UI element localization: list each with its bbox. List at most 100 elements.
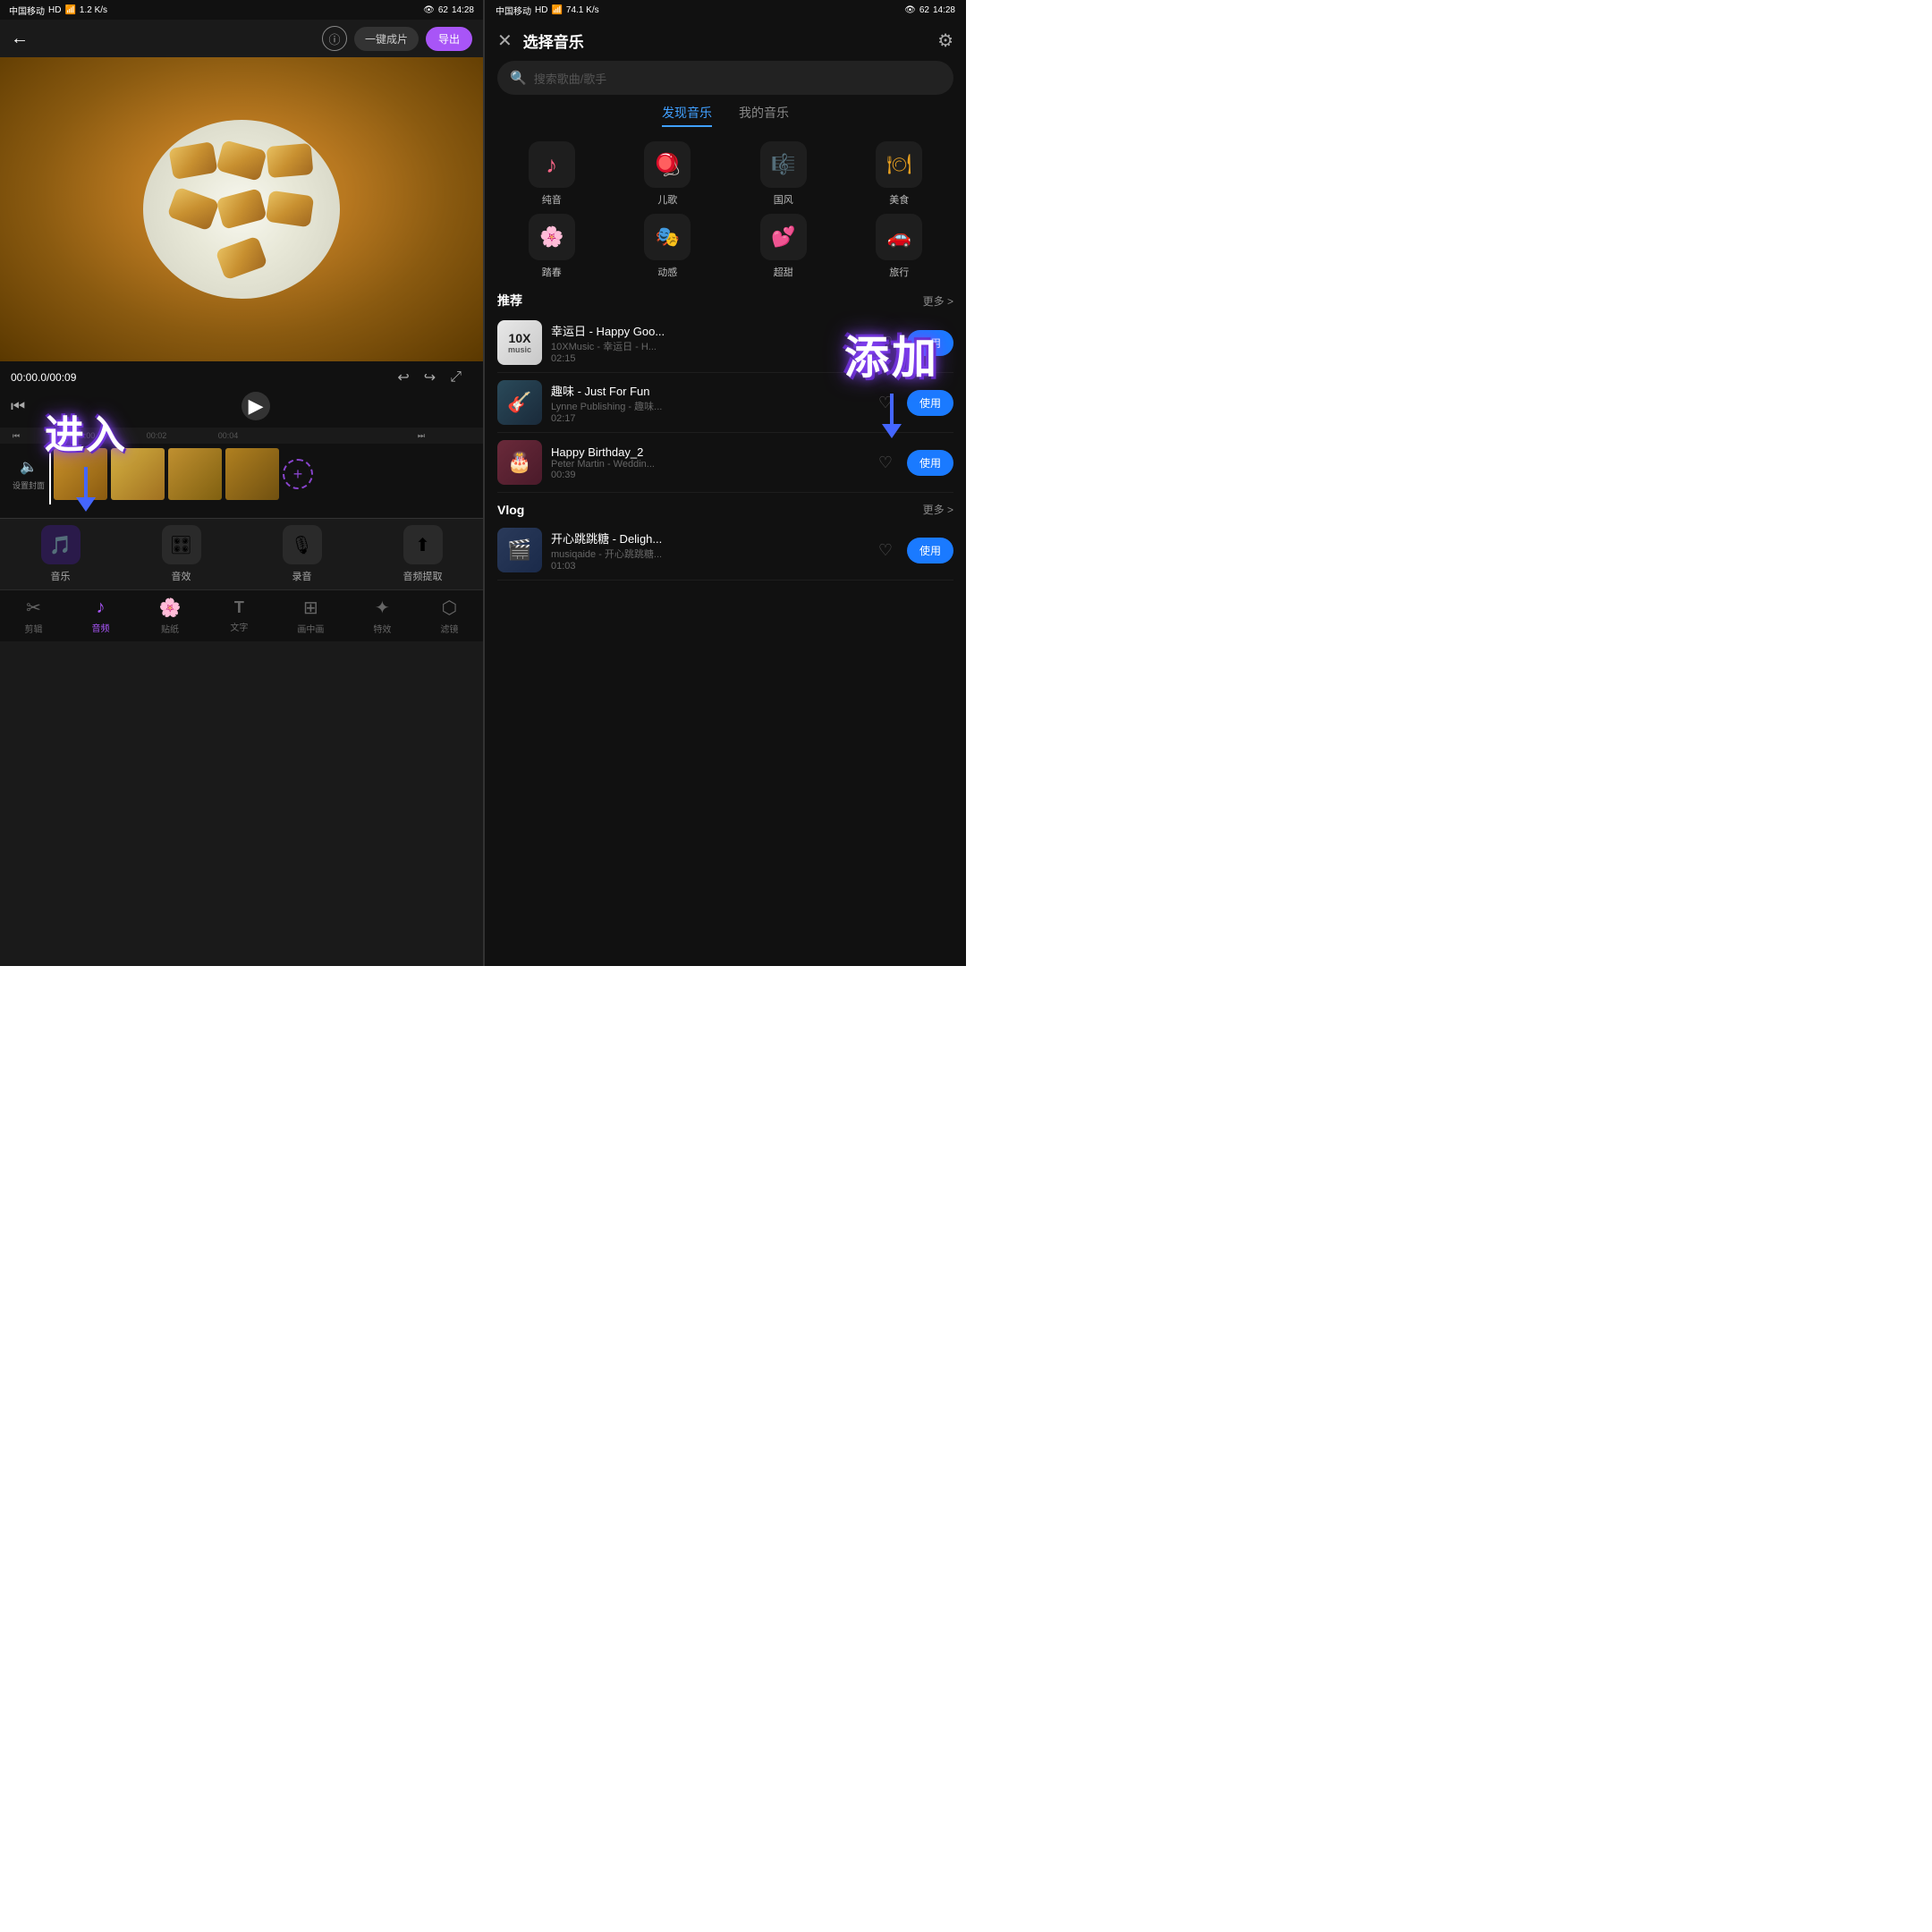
thumb-3[interactable]: [168, 448, 222, 500]
nav-edit[interactable]: ✂ 剪辑: [25, 597, 43, 635]
export-button[interactable]: 导出: [426, 27, 472, 51]
nav-audio[interactable]: ♪ 音频: [92, 597, 110, 634]
play-button[interactable]: ▶: [242, 392, 270, 420]
cat-travel[interactable]: 🚗 旅行: [845, 214, 954, 279]
track1-thumb: 10X music: [497, 320, 542, 365]
cat-pure[interactable]: ♪ 纯音: [497, 141, 606, 207]
search-placeholder-text: 搜索歌曲/歌手: [534, 70, 607, 87]
tabs-row: 发现音乐 我的音乐: [485, 104, 966, 134]
mute-icon[interactable]: 🔈: [20, 458, 38, 476]
nav-edit-label: 剪辑: [25, 622, 43, 635]
vtrack1-thumb: 🎬: [497, 528, 542, 572]
back-button[interactable]: ←: [11, 29, 29, 49]
annotation-enter-text: 进入: [45, 402, 127, 460]
skip-start-icon[interactable]: ⏮: [11, 397, 25, 416]
right-carrier: 中国移动: [496, 4, 531, 17]
track3-duration: 00:39: [551, 470, 864, 480]
thumb-4[interactable]: [225, 448, 279, 500]
cat-food[interactable]: 🍽 美食: [845, 141, 954, 207]
tab-my-music[interactable]: 我的音乐: [739, 104, 789, 127]
vlog-title: Vlog: [497, 503, 524, 517]
undo-button[interactable]: ↩: [397, 369, 409, 386]
pip-icon: ⊞: [303, 597, 318, 619]
nav-pip-label: 画中画: [297, 622, 324, 635]
food-image-bg: [0, 57, 483, 361]
cat-dynamic-icon: 🎭: [644, 214, 691, 260]
nav-filter[interactable]: ⬡ 滤镜: [440, 597, 458, 635]
nav-pip[interactable]: ⊞ 画中画: [297, 597, 324, 635]
info-button[interactable]: ⓘ: [322, 26, 347, 51]
vtrack1-heart[interactable]: ♡: [878, 541, 893, 560]
tool-record-icon-wrap: 🎙: [283, 525, 322, 564]
music-add-icon: 🎵: [49, 534, 72, 556]
close-button[interactable]: ✕: [497, 30, 513, 52]
video-preview: [0, 57, 483, 361]
food-item-4: [167, 187, 220, 232]
tool-extract[interactable]: ⬆ 音频提取: [403, 525, 443, 583]
cat-guofeng[interactable]: 🎼 国风: [729, 141, 838, 207]
food-item-1: [168, 141, 217, 180]
cat-dynamic[interactable]: 🎭 动感: [614, 214, 723, 279]
track1-artist: 10XMusic - 幸运日 - H...: [551, 339, 864, 353]
cat-children-label: 儿歌: [657, 192, 677, 207]
tool-music[interactable]: 🎵 音乐: [41, 525, 80, 583]
ruler-mark-1: 00:02: [121, 431, 192, 440]
children-icon: 🪀: [654, 152, 681, 178]
vtrack1-use-button[interactable]: 使用: [907, 538, 953, 564]
cat-food-icon: 🍽: [876, 141, 922, 188]
annotation-enter: 进入: [45, 402, 127, 512]
right-wifi-speed: 74.1 K/s: [566, 5, 599, 15]
settings-button[interactable]: ⚙: [937, 30, 953, 52]
yijian-button[interactable]: 一键成片: [354, 27, 419, 51]
tool-sound[interactable]: 🎛 音效: [162, 525, 201, 583]
left-hd-badge: HD: [48, 5, 61, 15]
redo-button[interactable]: ↪: [424, 369, 436, 386]
search-bar[interactable]: 🔍 搜索歌曲/歌手: [497, 61, 953, 95]
track-label: 设置封面: [13, 479, 45, 491]
cat-children[interactable]: 🪀 儿歌: [614, 141, 723, 207]
tool-music-icon-wrap: 🎵: [41, 525, 80, 564]
nav-text[interactable]: T 文字: [230, 598, 248, 633]
nav-sticker-label: 贴纸: [161, 622, 179, 635]
food-item-7: [216, 236, 268, 281]
food-item-2: [216, 140, 267, 182]
track3-heart[interactable]: ♡: [878, 453, 893, 472]
cat-spring[interactable]: 🌸 踏春: [497, 214, 606, 279]
tab-discover[interactable]: 发现音乐: [662, 104, 712, 127]
text-icon: T: [234, 598, 244, 617]
expand-button[interactable]: ⤢: [450, 369, 462, 386]
food-item-3: [267, 143, 314, 178]
sound-icon: 🎛: [170, 534, 192, 556]
cat-travel-label: 旅行: [889, 265, 909, 279]
cat-travel-icon: 🚗: [876, 214, 922, 260]
food-item-5: [216, 189, 267, 231]
cat-spring-icon: 🌸: [529, 214, 575, 260]
record-icon: 🎙: [291, 534, 313, 556]
travel-icon: 🚗: [887, 225, 911, 249]
add-clip-button[interactable]: +: [283, 459, 313, 489]
track3-use-button[interactable]: 使用: [907, 450, 953, 476]
left-battery: 62: [438, 5, 448, 15]
nav-effect[interactable]: ✦ 特效: [373, 597, 391, 635]
recommend-more-link[interactable]: 更多 >: [923, 293, 953, 309]
tool-sound-label: 音效: [172, 569, 191, 583]
right-signal: 📶: [551, 5, 562, 15]
vtrack1-info: 开心跳跳糖 - Deligh... musiqaide - 开心跳跳糖... 0…: [551, 530, 864, 572]
track2-info: 趣味 - Just For Fun Lynne Publishing - 趣味.…: [551, 382, 864, 424]
left-top-bar: ← ⓘ 一键成片 导出: [0, 20, 483, 57]
filter-icon: ⬡: [442, 597, 457, 619]
music-item-3[interactable]: 🎂 Happy Birthday_2 Peter Martin - Weddin…: [497, 433, 953, 493]
vlog-more-link[interactable]: 更多 >: [923, 502, 953, 517]
right-status-bar: 中国移动 HD 📶 74.1 K/s 👁 62 14:28: [485, 0, 966, 20]
ruler-start: ⏮: [13, 431, 20, 441]
track1-title: 幸运日 - Happy Goo...: [551, 322, 864, 339]
nav-filter-label: 滤镜: [440, 622, 458, 635]
nav-effect-label: 特效: [373, 622, 391, 635]
nav-sticker[interactable]: 🌸 贴纸: [159, 597, 182, 635]
vlog-item-1[interactable]: 🎬 开心跳跳糖 - Deligh... musiqaide - 开心跳跳糖...…: [497, 521, 953, 580]
tool-extract-label: 音频提取: [403, 569, 443, 583]
tool-record[interactable]: 🎙 录音: [283, 525, 322, 583]
cat-sweet[interactable]: 💕 超甜: [729, 214, 838, 279]
right-battery: 62: [919, 5, 929, 15]
edit-icon: ✂: [26, 597, 41, 619]
